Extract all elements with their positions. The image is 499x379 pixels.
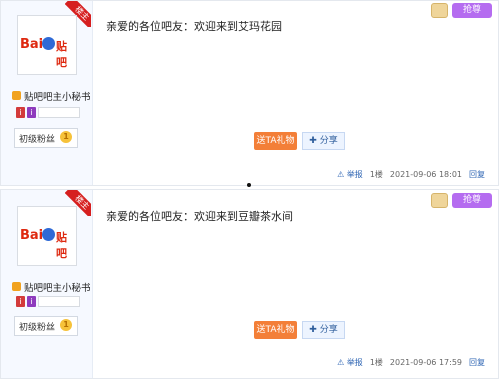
post-footer: ⚠ 举报 1楼 2021-09-06 17:59 回复 bbox=[337, 357, 485, 368]
user-title: 贴吧吧主小秘书 bbox=[24, 91, 91, 103]
crown-icon[interactable] bbox=[431, 193, 448, 208]
badge-track bbox=[38, 296, 80, 307]
gift-button[interactable]: 送TA礼物 bbox=[254, 321, 297, 339]
user-sidebar: 楼主 Bai 贴吧 贴吧吧主小秘书 ii 初级粉丝 1 bbox=[1, 1, 93, 185]
floor-label: 1楼 bbox=[369, 170, 383, 179]
plus-icon: ✚ bbox=[309, 325, 320, 335]
info-icon[interactable]: i bbox=[16, 107, 25, 118]
gift-button[interactable]: 送TA礼物 bbox=[254, 132, 297, 150]
rank-label: 初级粉丝 bbox=[19, 323, 56, 333]
rank-star-icon: 1 bbox=[60, 131, 72, 143]
reply-link[interactable]: 回复 bbox=[469, 169, 485, 180]
reply-link[interactable]: 回复 bbox=[469, 357, 485, 368]
rank-box[interactable]: 初级粉丝 1 bbox=[14, 128, 78, 148]
badge-track bbox=[38, 107, 80, 118]
post-footer: ⚠ 举报 1楼 2021-09-06 18:01 回复 bbox=[337, 169, 485, 180]
badge-row: ii bbox=[16, 296, 80, 310]
post-1: 楼主 Bai 贴吧 贴吧吧主小秘书 ii 初级粉丝 1 亲爱的各位吧友：欢迎来到… bbox=[0, 0, 499, 186]
avatar[interactable]: Bai 贴吧 bbox=[17, 206, 77, 266]
report-link[interactable]: ⚠ 举报 bbox=[337, 357, 363, 368]
vip-button[interactable]: 抢尊 bbox=[452, 3, 492, 18]
user-sidebar: 楼主 Bai 贴吧 贴吧吧主小秘书 ii 初级粉丝 1 bbox=[1, 190, 93, 378]
rank-box[interactable]: 初级粉丝 1 bbox=[14, 316, 78, 336]
post-time: 2021-09-06 18:01 bbox=[389, 170, 462, 179]
post-content: 亲爱的各位吧友：欢迎来到艾玛花园 bbox=[106, 20, 282, 33]
share-button[interactable]: ✚ 分享 bbox=[302, 132, 345, 150]
user-title-row[interactable]: 贴吧吧主小秘书 bbox=[12, 85, 91, 103]
avatar[interactable]: Bai 贴吧 bbox=[17, 15, 77, 75]
rank-star-icon: 1 bbox=[60, 319, 72, 331]
paw-icon bbox=[42, 228, 55, 241]
report-link[interactable]: ⚠ 举报 bbox=[337, 169, 363, 180]
plus-icon: ✚ bbox=[309, 136, 320, 146]
baidu-tieba-logo: Bai 贴吧 bbox=[20, 228, 67, 260]
crown-icon bbox=[12, 282, 21, 291]
info-icon[interactable]: i bbox=[16, 296, 25, 307]
user-title: 贴吧吧主小秘书 bbox=[24, 282, 91, 294]
rank-label: 初级粉丝 bbox=[19, 135, 56, 145]
paw-icon bbox=[42, 37, 55, 50]
top-icons: 抢尊 bbox=[431, 3, 492, 18]
separator-dot bbox=[247, 183, 251, 187]
share-button[interactable]: ✚ 分享 bbox=[302, 321, 345, 339]
baidu-tieba-logo: Bai 贴吧 bbox=[20, 37, 67, 69]
post-content: 亲爱的各位吧友：欢迎来到豆瓣茶水间 bbox=[106, 210, 293, 223]
crown-icon[interactable] bbox=[431, 3, 448, 18]
info-icon[interactable]: i bbox=[27, 107, 36, 118]
user-title-row[interactable]: 贴吧吧主小秘书 bbox=[12, 276, 91, 294]
info-icon[interactable]: i bbox=[27, 296, 36, 307]
post-time: 2021-09-06 17:59 bbox=[389, 358, 462, 367]
crown-icon bbox=[12, 91, 21, 100]
top-icons: 抢尊 bbox=[431, 193, 492, 208]
vip-button[interactable]: 抢尊 bbox=[452, 193, 492, 208]
floor-label: 1楼 bbox=[369, 358, 383, 367]
badge-row: ii bbox=[16, 107, 80, 121]
post-2: 楼主 Bai 贴吧 贴吧吧主小秘书 ii 初级粉丝 1 亲爱的各位吧友：欢迎来到… bbox=[0, 189, 499, 379]
